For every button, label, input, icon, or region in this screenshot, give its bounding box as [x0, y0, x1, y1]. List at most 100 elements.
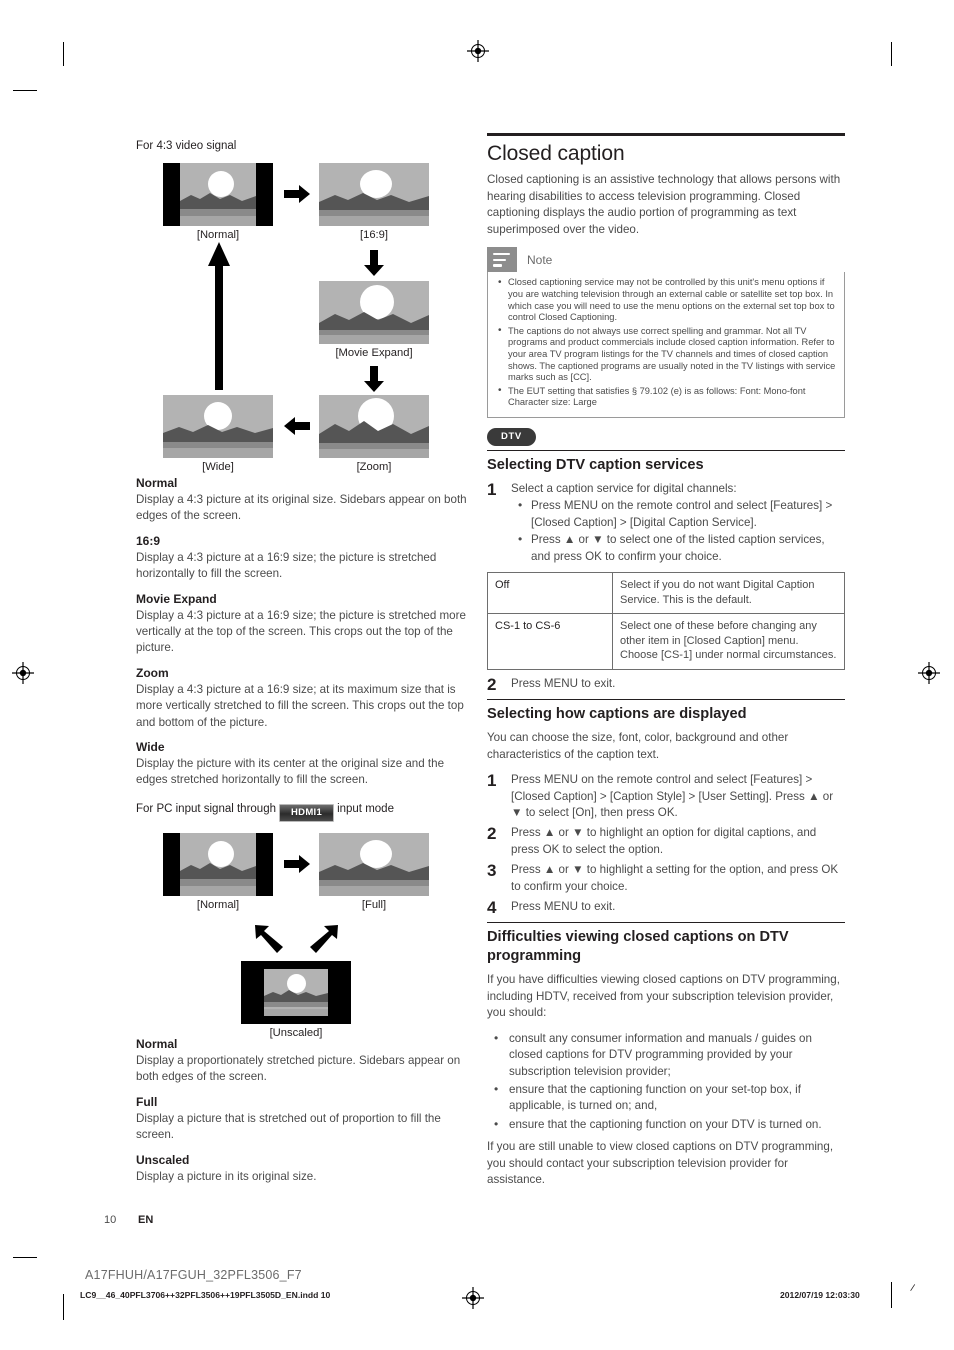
screen-foreground	[180, 885, 256, 896]
tv-preview-wide	[163, 395, 273, 458]
mode-heading-movie-expand: Movie Expand	[136, 591, 217, 606]
screen-foreground	[319, 885, 429, 896]
aspect-ratio-diagram-pc: [Normal] [Full] [Unscaled]	[136, 827, 468, 1039]
tv-label-169: [16:9]	[360, 229, 388, 241]
step-number: 1	[487, 771, 497, 791]
list-item: ensure that the captioning function on y…	[487, 1116, 845, 1133]
tv-screen-pc-unscaled	[264, 968, 328, 1016]
option-value: Select one of these before changing any …	[612, 613, 845, 670]
screen-mountain	[163, 425, 273, 442]
closed-caption-intro: Closed captioning is an assistive techno…	[487, 173, 841, 236]
tv-preview-169	[319, 163, 429, 226]
divider-display-section	[487, 698, 845, 700]
page-title: Closed caption	[487, 142, 625, 165]
tv-screen-169	[319, 163, 429, 226]
arrow-diagonal-down-right	[310, 924, 338, 953]
tv-screen-zoom	[319, 395, 429, 458]
crop-mark-top-right-vertical	[891, 42, 892, 66]
tv-screen-pc-full	[319, 832, 429, 896]
mode-desc-movie-expand: Display a 4:3 picture at a 16:9 size; th…	[136, 608, 466, 655]
step: 3 Press ▲ or ▼ to highlight a setting fo…	[487, 862, 845, 895]
note-icon	[487, 247, 517, 273]
page-number: 10	[104, 1214, 117, 1226]
note-item: Closed captioning service may not be con…	[496, 277, 836, 323]
arrow-right-2	[284, 854, 310, 873]
arrow-diagonal-up-left	[255, 924, 283, 953]
registration-mark-left	[12, 662, 34, 684]
note-item: The captions do not always use correct s…	[496, 325, 836, 384]
tv-label-pc-normal: [Normal]	[196, 898, 240, 911]
difficulties-intro: If you have difficulties viewing closed …	[487, 972, 840, 1020]
tv-preview-pc-unscaled	[241, 960, 351, 1024]
step-sub-bullet: Press ▲ or ▼ to select one of the listed…	[511, 531, 845, 565]
table-row: Off Select if you do not want Digital Ca…	[487, 571, 845, 615]
tv-preview-normal	[163, 163, 273, 226]
pc-mode-heading-unscaled: Unscaled	[136, 1152, 190, 1167]
tv-label-normal: [Normal]	[196, 229, 240, 241]
screen-mountain	[319, 862, 429, 880]
option-key: Off	[487, 571, 613, 615]
tv-preview-zoom	[319, 395, 429, 458]
divider-dtv-section	[487, 449, 845, 451]
tv-screen-pc-normal	[180, 832, 256, 896]
arrow-down-1	[364, 250, 384, 276]
note-item: The EUT setting that satisfies § 79.102 …	[496, 385, 836, 409]
footer-tick-mark: /	[909, 1282, 916, 1295]
mode-desc-normal: Display a 4:3 picture at its original si…	[136, 493, 467, 523]
mode-desc-wide: Display the picture with its center at t…	[136, 757, 445, 787]
pc-mode-desc-unscaled: Display a picture in its original size.	[136, 1169, 317, 1183]
diagram-pc-title-before: For PC input signal through	[136, 802, 276, 815]
step-body: Press MENU to exit.	[511, 899, 616, 913]
crop-mark-top-left-horizontal	[13, 90, 37, 91]
step-body: Press MENU on the remote control and sel…	[511, 773, 834, 819]
mode-heading-169: 16:9	[136, 533, 161, 548]
section-top-rule	[487, 133, 845, 136]
dtv-badge: DTV	[487, 427, 536, 446]
tv-label-pc-full: [Full]	[361, 898, 387, 911]
step: 2 Press ▲ or ▼ to highlight an option fo…	[487, 825, 845, 858]
note-box: Note Closed captioning service may not b…	[487, 247, 845, 418]
dtv-badge-wrap: DTV	[487, 424, 845, 450]
caption-service-options-table: Off Select if you do not want Digital Ca…	[487, 571, 845, 670]
crop-mark-bottom-left-horizontal	[13, 1257, 37, 1258]
display-steps: 1 Press MENU on the remote control and s…	[487, 772, 845, 916]
note-title: Note	[527, 252, 553, 267]
screen-foreground	[319, 335, 429, 344]
arrow-right-1	[284, 185, 310, 203]
heading-selecting-dtv-caption-services: Selecting DTV caption services	[487, 456, 704, 473]
pc-mode-desc-full: Display a picture that is stretched out …	[136, 1111, 441, 1142]
step: 4 Press MENU to exit.	[487, 899, 845, 916]
tv-label-wide: [Wide]	[202, 461, 234, 473]
diagram-pc-title: For PC input signal through HDMI1 input mo…	[136, 803, 468, 822]
arrow-up-long	[208, 242, 230, 390]
step: 2 Press MENU to exit.	[487, 676, 845, 693]
heading-selecting-how-captions-displayed: Selecting how captions are displayed	[487, 705, 747, 722]
tv-preview-pc-normal	[163, 832, 273, 896]
difficulties-bullets: consult any consumer information and man…	[487, 1030, 845, 1133]
option-value: Select if you do not want Digital Captio…	[612, 571, 845, 615]
screen-band	[264, 1001, 328, 1007]
crop-mark-bottom-right-vertical	[891, 1282, 892, 1308]
screen-foreground	[264, 1008, 328, 1016]
diagram-4by3-title: For 4:3 video signal	[136, 140, 237, 152]
pc-mode-heading-full: Full	[136, 1094, 158, 1109]
screen-mountain	[180, 862, 256, 879]
tv-label-zoom: [Zoom]	[356, 461, 392, 473]
mode-heading-normal: Normal	[136, 476, 178, 490]
pc-mode-desc-normal: Display a proportionately stretched pict…	[136, 1053, 461, 1084]
hdmi1-badge: HDMI1	[279, 803, 335, 822]
step-text: Select a caption service for digital cha…	[511, 481, 737, 495]
registration-mark-right	[918, 662, 940, 684]
mode-heading-zoom: Zoom	[136, 665, 169, 680]
crop-mark-top-left-vertical	[63, 42, 64, 66]
mode-descriptions-pc: Normal Display a proportionately stretch…	[136, 1037, 468, 1185]
mode-desc-169: Display a 4:3 picture at a 16:9 size; th…	[136, 550, 437, 581]
heading-difficulties-viewing: Difficulties viewing closed captions on …	[487, 928, 789, 964]
screen-band	[180, 878, 256, 886]
tv-screen-wide	[163, 395, 273, 458]
registration-mark-footer	[462, 1287, 484, 1309]
note-header: Note	[487, 247, 845, 273]
dtv-steps: 1 Select a caption service for digital c…	[487, 481, 845, 566]
step-body: Press ▲ or ▼ to highlight a setting for …	[511, 863, 839, 893]
pc-mode-heading-normal: Normal	[136, 1036, 178, 1051]
